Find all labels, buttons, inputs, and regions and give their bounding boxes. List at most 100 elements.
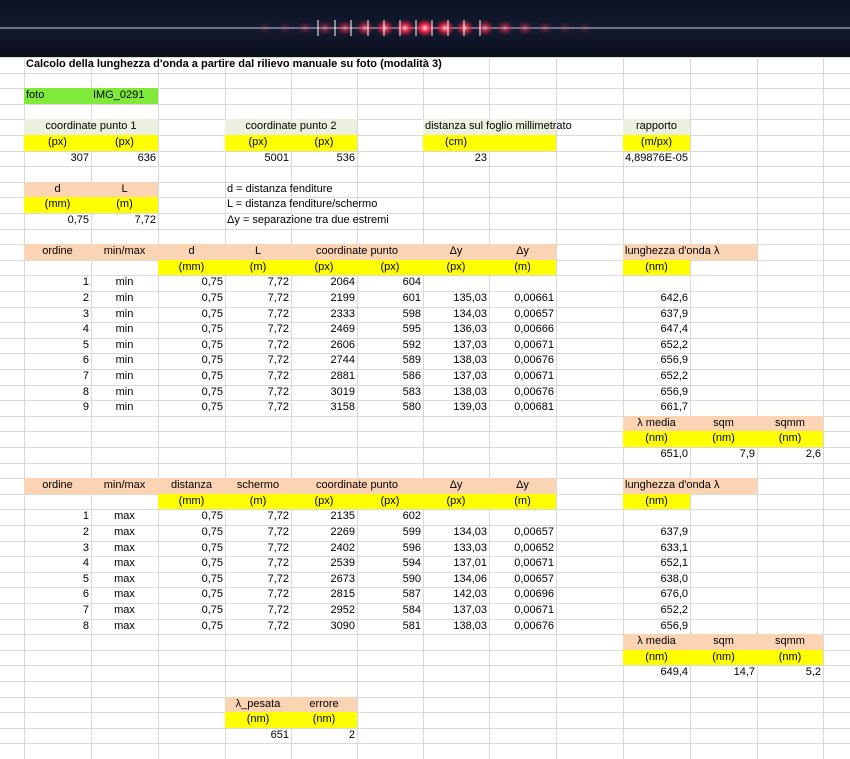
table-cell[interactable]: 134,03 [425, 307, 487, 323]
table-cell[interactable]: 6 [26, 353, 89, 369]
table-cell[interactable]: 3 [26, 307, 89, 323]
unit[interactable]: (m) [93, 197, 156, 213]
table-cell[interactable]: 137,03 [425, 603, 487, 619]
value[interactable]: 5001 [227, 151, 289, 167]
table-cell[interactable]: 0,00676 [491, 385, 554, 401]
table-cell[interactable]: 7 [26, 603, 89, 619]
value[interactable]: 307 [26, 151, 89, 167]
table-cell[interactable]: 676,0 [625, 587, 688, 603]
column-header[interactable]: ordine [26, 244, 89, 260]
table-cell[interactable]: 656,9 [625, 619, 688, 635]
table-cell[interactable]: min [93, 369, 156, 385]
table-cell[interactable]: 3158 [293, 400, 355, 416]
table-cell[interactable]: 139,03 [425, 400, 487, 416]
column-header[interactable]: lunghezza d'onda λ [625, 244, 755, 260]
coord1-header[interactable]: coordinate punto 1 [26, 119, 156, 135]
table-cell[interactable]: max [93, 572, 156, 588]
table-cell[interactable]: max [93, 525, 156, 541]
table-cell[interactable]: 138,03 [425, 619, 487, 635]
table-cell[interactable]: 0,00676 [491, 353, 554, 369]
table-cell[interactable]: 0,75 [160, 509, 223, 525]
table-cell[interactable]: max [93, 587, 156, 603]
table-cell[interactable]: 3019 [293, 385, 355, 401]
value[interactable]: 536 [293, 151, 355, 167]
unit[interactable]: (mm) [26, 197, 89, 213]
table-cell[interactable]: 2744 [293, 353, 355, 369]
table-cell[interactable]: 0,75 [160, 587, 223, 603]
table-cell[interactable]: 652,1 [625, 556, 688, 572]
table-cell[interactable]: 0,00657 [491, 307, 554, 323]
unit[interactable]: (px) [26, 135, 89, 151]
note[interactable]: L = distanza fenditure/schermo [227, 197, 421, 213]
table-cell[interactable]: 2952 [293, 603, 355, 619]
table-cell[interactable]: 7,72 [227, 353, 289, 369]
table-cell[interactable]: 0,00671 [491, 603, 554, 619]
table-cell[interactable]: 2539 [293, 556, 355, 572]
value[interactable]: 4,89876E-05 [625, 151, 688, 167]
table-cell[interactable] [425, 509, 487, 525]
table-cell[interactable]: 0,75 [160, 400, 223, 416]
table-cell[interactable] [625, 275, 688, 291]
value[interactable]: 2 [293, 728, 355, 744]
table-cell[interactable]: 0,75 [160, 385, 223, 401]
table-cell[interactable]: 7,72 [227, 556, 289, 572]
table-cell[interactable]: max [93, 541, 156, 557]
table-cell[interactable]: 0,75 [160, 556, 223, 572]
table-cell[interactable]: 637,9 [625, 307, 688, 323]
table-cell[interactable]: 652,2 [625, 603, 688, 619]
column-header[interactable]: min/max [93, 244, 156, 260]
table-cell[interactable]: min [93, 291, 156, 307]
table-cell[interactable]: 596 [359, 541, 421, 557]
value[interactable]: 649,4 [625, 665, 688, 681]
table-cell[interactable]: 138,03 [425, 353, 487, 369]
table-cell[interactable]: 7,72 [227, 338, 289, 354]
column-header[interactable]: coordinate punto [293, 478, 421, 494]
table-cell[interactable]: 7,72 [227, 619, 289, 635]
table-cell[interactable]: 1 [26, 509, 89, 525]
table-cell[interactable]: 0,75 [160, 603, 223, 619]
table-cell[interactable]: 7,72 [227, 572, 289, 588]
table-cell[interactable]: 7,72 [227, 307, 289, 323]
table-cell[interactable]: max [93, 556, 156, 572]
table-cell[interactable]: 652,2 [625, 369, 688, 385]
table-cell[interactable]: 0,00652 [491, 541, 554, 557]
column-header[interactable]: Δy [491, 478, 554, 494]
dist-header[interactable]: distanza sul foglio millimetrato [425, 119, 572, 135]
table-cell[interactable]: 647,4 [625, 322, 688, 338]
table-cell[interactable]: 135,03 [425, 291, 487, 307]
table-cell[interactable]: min [93, 338, 156, 354]
note[interactable]: Δy = separazione tra due estremi [227, 213, 421, 229]
table-cell[interactable]: 0,75 [160, 541, 223, 557]
table-cell[interactable]: 142,03 [425, 587, 487, 603]
value[interactable]: 7,72 [93, 213, 156, 229]
stat-header[interactable]: sqmm [759, 416, 821, 432]
unit[interactable]: (px) [293, 260, 355, 276]
table-cell[interactable]: 0,00657 [491, 572, 554, 588]
table-cell[interactable]: min [93, 353, 156, 369]
table-cell[interactable]: 3090 [293, 619, 355, 635]
table-cell[interactable]: min [93, 307, 156, 323]
rapporto-header[interactable]: rapporto [625, 119, 688, 135]
table-cell[interactable]: 0,75 [160, 322, 223, 338]
table-cell[interactable]: 581 [359, 619, 421, 635]
table-cell[interactable]: max [93, 509, 156, 525]
unit[interactable]: (nm) [293, 712, 355, 728]
value[interactable]: 7,9 [692, 447, 755, 463]
table-cell[interactable]: 0,75 [160, 307, 223, 323]
table-cell[interactable]: 586 [359, 369, 421, 385]
table-cell[interactable] [491, 509, 554, 525]
table-cell[interactable]: 9 [26, 400, 89, 416]
table-cell[interactable]: 8 [26, 385, 89, 401]
table-cell[interactable]: 587 [359, 587, 421, 603]
table-cell[interactable]: 2064 [293, 275, 355, 291]
table-cell[interactable]: 2135 [293, 509, 355, 525]
stat-header[interactable]: λ media [625, 416, 688, 432]
stat-header[interactable]: sqmm [759, 634, 821, 650]
table-cell[interactable]: 2881 [293, 369, 355, 385]
pesata-header[interactable]: errore [293, 697, 355, 713]
table-cell[interactable]: 656,9 [625, 353, 688, 369]
table-cell[interactable]: 638,0 [625, 572, 688, 588]
table-cell[interactable]: 0,75 [160, 572, 223, 588]
unit[interactable]: (m) [491, 494, 554, 510]
column-header[interactable]: Δy [425, 478, 487, 494]
